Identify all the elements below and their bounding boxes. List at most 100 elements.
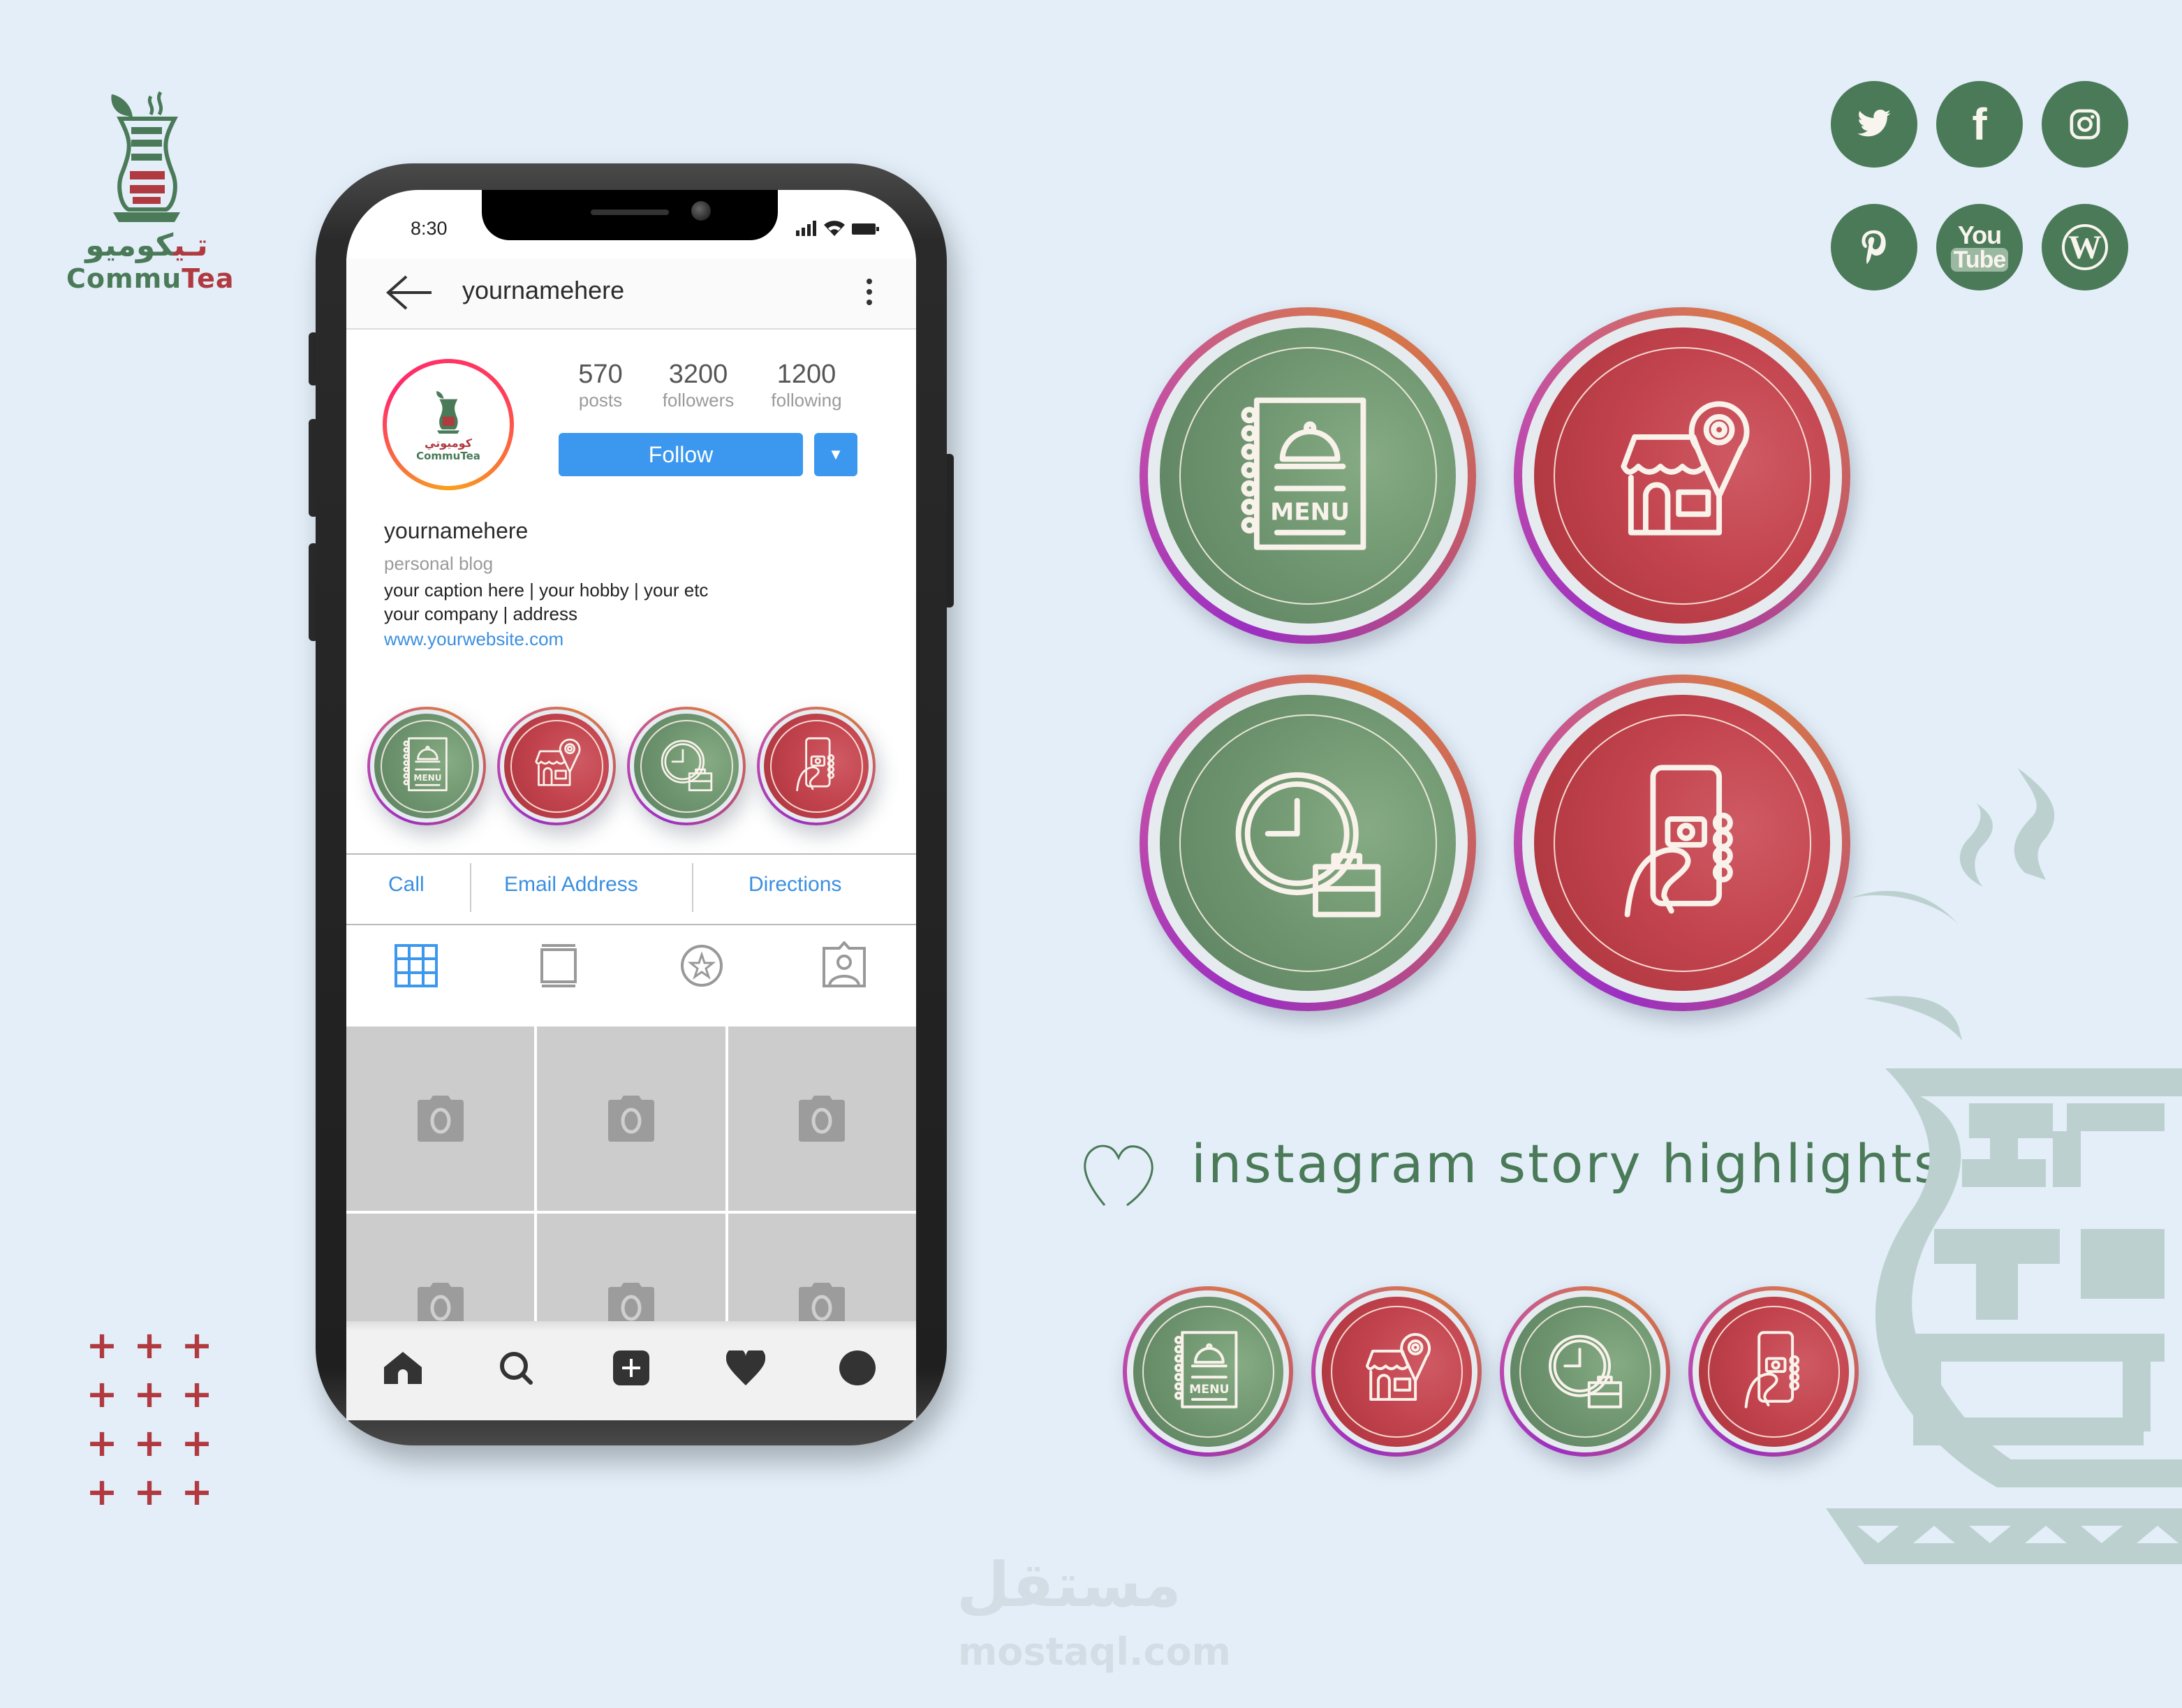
stat-value: 1200 (776, 360, 836, 389)
stat-label: posts (578, 390, 623, 411)
bio-caption: your caption here | your hobby | your et… (384, 580, 709, 601)
camera-placeholder-icon (799, 1283, 846, 1321)
speaker-grille (591, 209, 669, 215)
plus-icon: + (181, 1421, 213, 1465)
brand-name-english-main: Commu (66, 263, 182, 294)
youtube-label-top: You (1957, 221, 2002, 249)
post-thumbnail[interactable] (346, 1026, 535, 1211)
feed-icon[interactable] (540, 944, 577, 987)
youtube-button[interactable]: You Tube (1936, 204, 2023, 290)
story-highlight[interactable] (627, 707, 746, 825)
highlight-ring-gap (630, 709, 743, 823)
story-highlight-large[interactable] (1514, 675, 1850, 1011)
story-highlight-large[interactable]: MENU (1140, 307, 1476, 644)
story-highlight[interactable]: MENU (1123, 1286, 1293, 1457)
bio-company: your company | address (384, 603, 577, 624)
follow-dropdown-button[interactable]: ▼ (814, 433, 857, 476)
highlight-ring-gap (1522, 683, 1842, 1003)
search-icon[interactable] (499, 1350, 536, 1385)
stat-followers[interactable]: 3200 followers (646, 360, 751, 411)
add-post-icon[interactable] (613, 1350, 649, 1385)
stat-value: 3200 (668, 360, 728, 389)
home-icon[interactable] (384, 1352, 422, 1384)
post-thumbnail[interactable] (728, 1214, 916, 1321)
post-thumbnail[interactable] (728, 1026, 916, 1211)
divider (346, 924, 916, 925)
star-icon[interactable] (680, 944, 723, 987)
divider (346, 853, 916, 855)
grid-icon[interactable] (395, 944, 438, 987)
youtube-label-bottom: Tube (1950, 248, 2009, 272)
highlight-ring-gap (500, 709, 613, 823)
stat-label: followers (662, 390, 735, 411)
brand-logo: تـيكوميو CommuTea (66, 91, 234, 294)
pinterest-icon (1862, 230, 1886, 264)
more-vertical-icon[interactable] (864, 278, 874, 306)
highlight-cover: MENU (1133, 1296, 1283, 1447)
plus-icon: + (181, 1470, 213, 1514)
brand-name-arabic-main: كوميو (85, 228, 174, 263)
bio-website-link[interactable]: www.yourwebsite.com (384, 628, 563, 650)
phone-camera-icon (1727, 1323, 1820, 1420)
profile-stats: 570 posts 3200 followers 1200 following (559, 360, 859, 411)
facebook-button[interactable]: f (1936, 81, 2023, 168)
wordpress-glyph: W (2068, 228, 2102, 266)
avatar-logo-icon (436, 390, 459, 434)
action-separator (692, 863, 693, 912)
menu-book-icon: MENU (1216, 382, 1400, 569)
plus-pattern-decoration: + + + + + + + + + + + + (78, 1321, 221, 1517)
highlight-cover (1160, 695, 1456, 991)
story-highlight-large[interactable] (1140, 675, 1476, 1011)
follow-button[interactable]: Follow (559, 433, 803, 476)
menu-book-icon: MENU (1162, 1323, 1255, 1420)
watermark-arabic: مستقل (957, 1549, 1181, 1621)
wordpress-button[interactable]: W (2042, 204, 2128, 290)
pinterest-button[interactable] (1831, 204, 1917, 290)
brand-name-arabic: تـيكوميو (66, 228, 227, 263)
youtube-icon: You Tube (1950, 221, 2009, 272)
tagged-user-icon[interactable] (823, 941, 866, 987)
story-highlight[interactable]: MENU (367, 707, 486, 825)
wifi-icon (824, 221, 845, 236)
call-button[interactable]: Call (388, 873, 425, 897)
avatar-brand-arabic: كوميوتي (425, 436, 472, 450)
plus-icon: + (133, 1323, 165, 1367)
highlight-ring-gap (1504, 1290, 1666, 1452)
post-thumbnail[interactable] (537, 1214, 725, 1321)
tea-glass-logo-icon (111, 91, 180, 222)
decorative-tea-glass-icon (1826, 768, 2182, 1564)
nav-shadow (346, 1321, 916, 1331)
stat-posts[interactable]: 570 posts (559, 360, 642, 411)
svg-text:MENU: MENU (1270, 498, 1350, 526)
arrow-left-icon[interactable] (385, 275, 433, 310)
heart-icon[interactable] (726, 1350, 765, 1385)
post-thumbnail[interactable] (346, 1214, 535, 1321)
story-highlight[interactable] (757, 707, 876, 825)
story-highlight[interactable] (1500, 1286, 1670, 1457)
header-username: yournamehere (462, 276, 625, 304)
brand-name-english: CommuTea (66, 263, 234, 294)
twitter-button[interactable] (1831, 81, 1917, 168)
post-thumbnail[interactable] (537, 1026, 725, 1211)
clock-briefcase-icon (1216, 749, 1400, 936)
stat-following[interactable]: 1200 following (754, 360, 859, 411)
highlight-cover (1321, 1296, 1472, 1447)
profile-avatar[interactable]: كوميوتي CommuTea (383, 359, 514, 490)
story-highlight[interactable] (1311, 1286, 1482, 1457)
story-highlight-large[interactable] (1514, 307, 1850, 644)
instagram-button[interactable] (2042, 81, 2128, 168)
directions-button[interactable]: Directions (749, 873, 841, 897)
camera-placeholder-icon (607, 1283, 654, 1321)
brand-name-arabic-accent: تـي (173, 228, 208, 263)
highlight-cover (634, 714, 739, 818)
clock-briefcase-icon (654, 732, 719, 800)
plus-icon: + (133, 1372, 165, 1416)
story-highlight[interactable] (497, 707, 616, 825)
highlight-cover (764, 714, 869, 818)
phone-story-highlights: MENU (367, 707, 876, 825)
profile-icon[interactable] (839, 1350, 876, 1385)
plus-icon: + (86, 1323, 118, 1367)
store-location-icon (1350, 1323, 1443, 1420)
highlight-cover: MENU (1160, 327, 1456, 624)
email-address-button[interactable]: Email Address (504, 873, 638, 897)
